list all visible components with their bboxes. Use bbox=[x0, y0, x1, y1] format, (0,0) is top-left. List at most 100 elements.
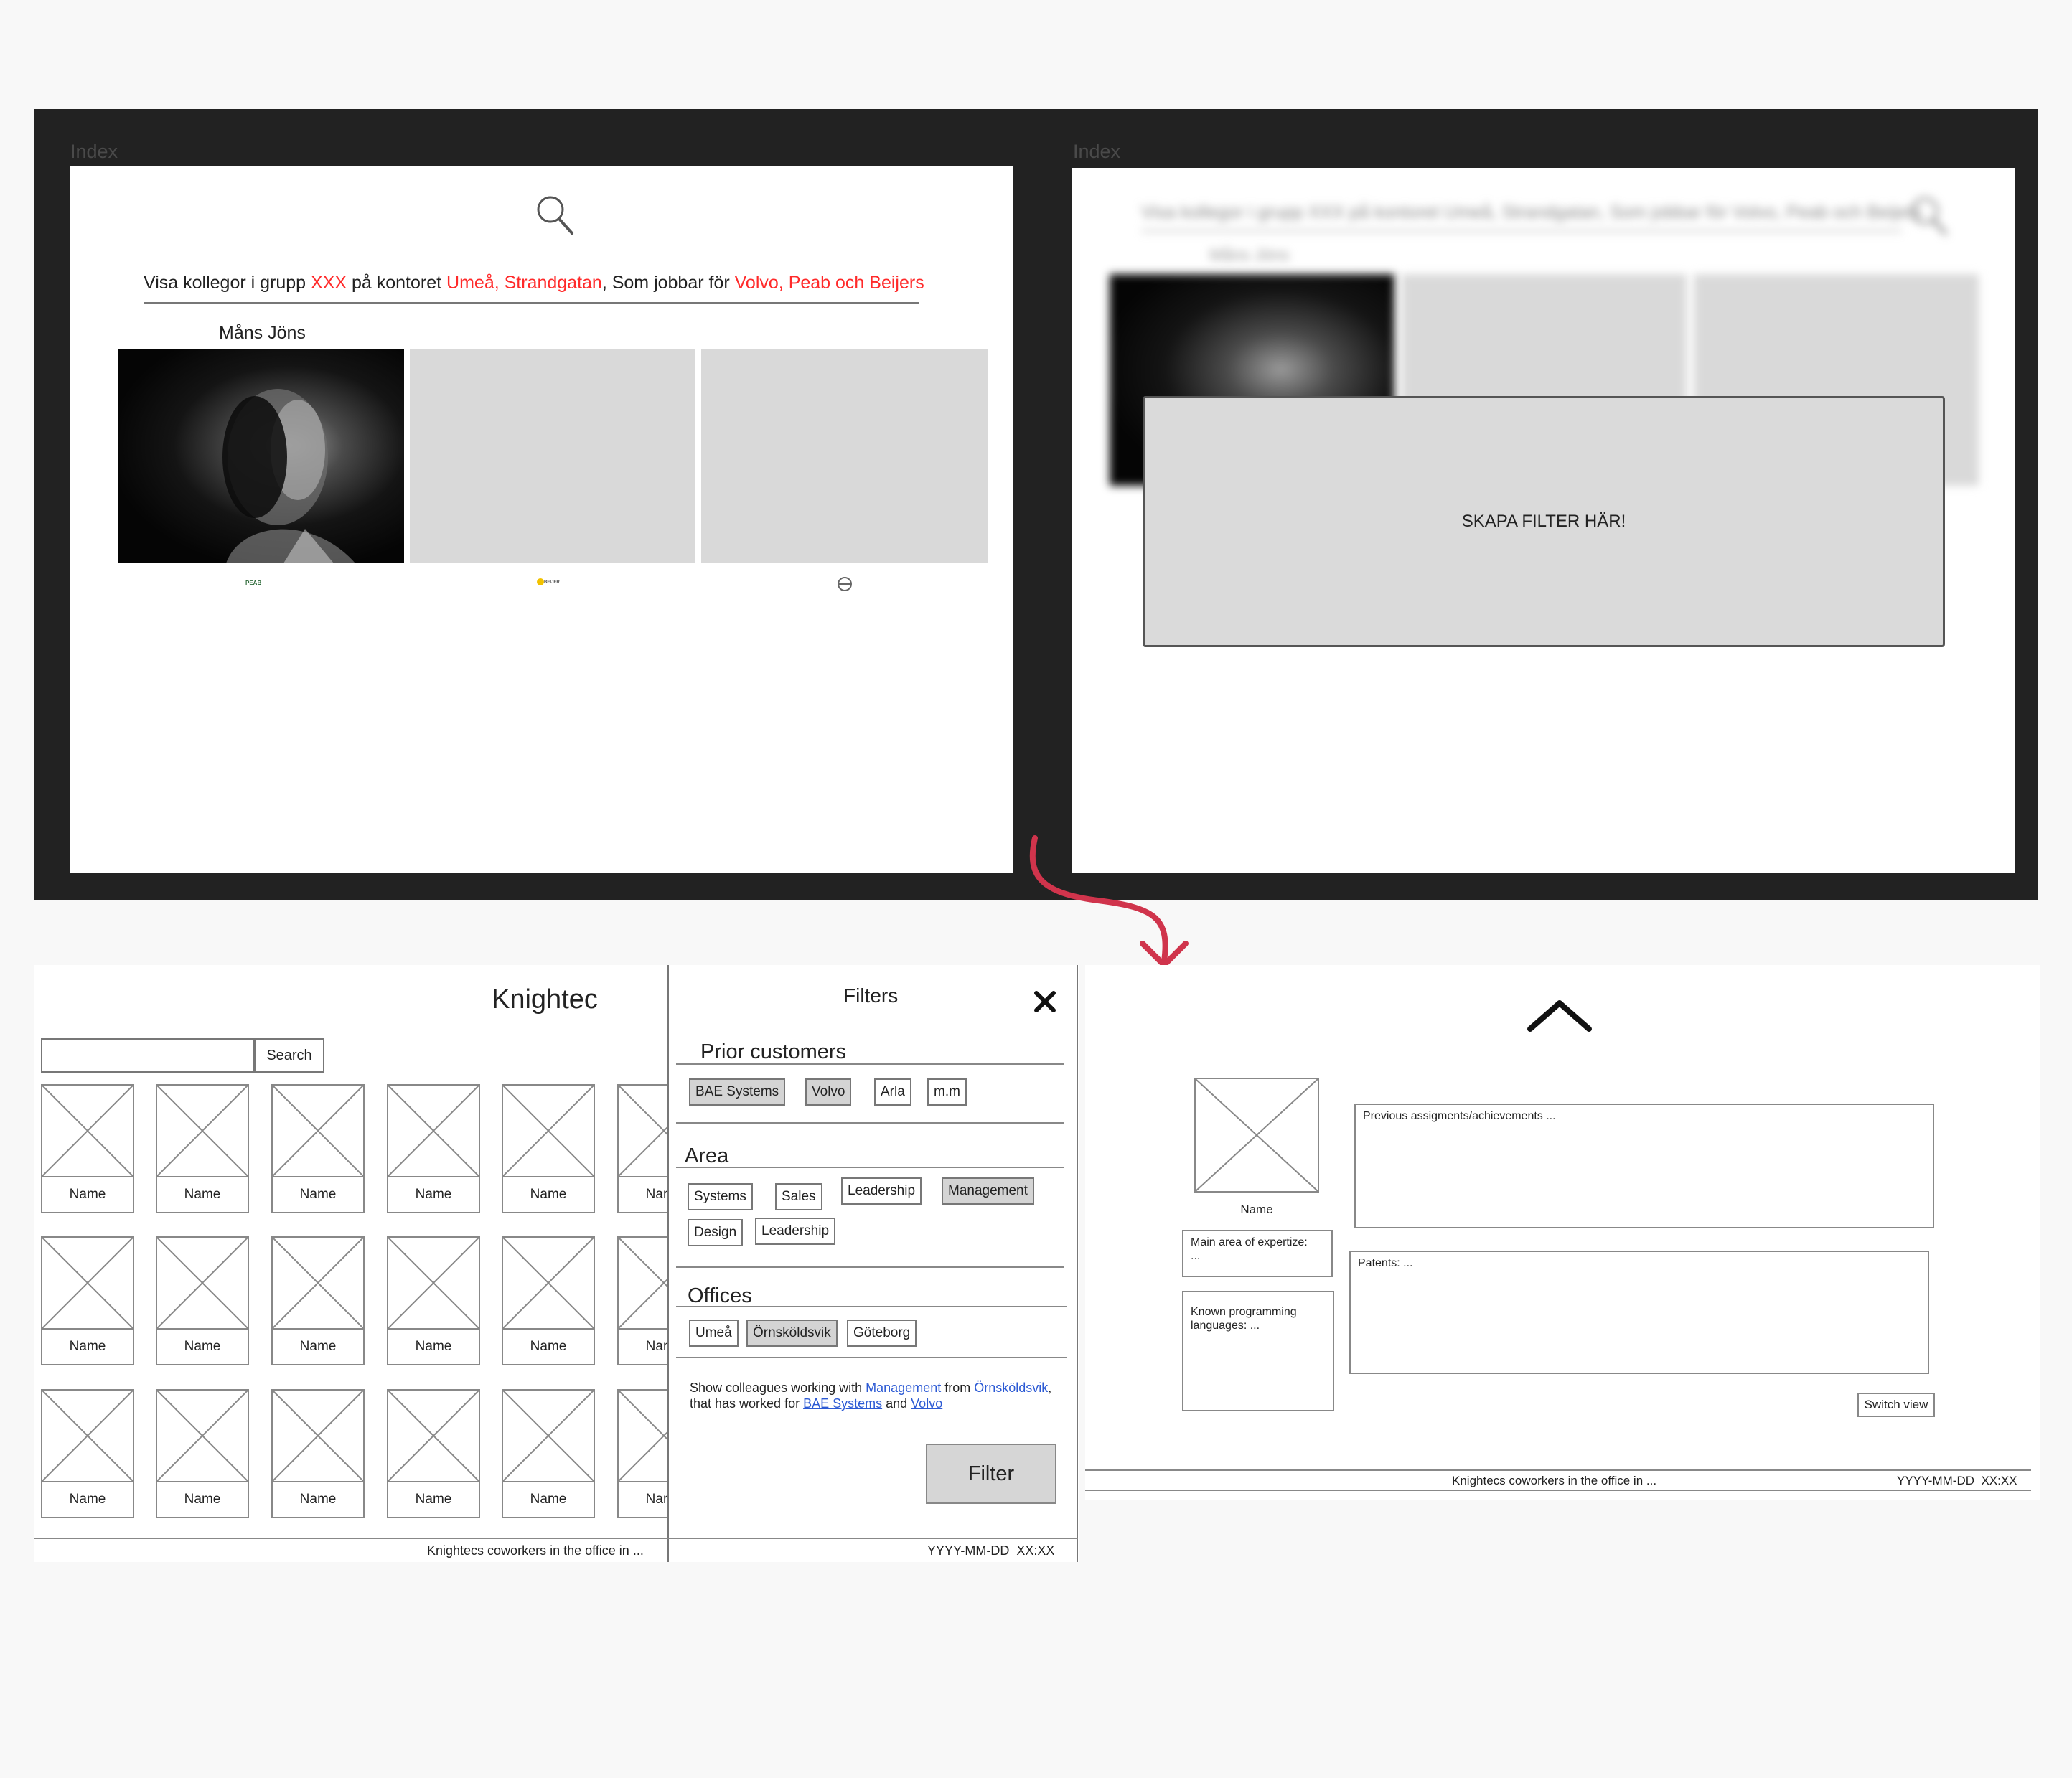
colleague-name: Name bbox=[42, 1481, 133, 1517]
section-offices: Offices bbox=[688, 1284, 752, 1307]
colleague-tile[interactable]: Name bbox=[41, 1236, 134, 1365]
filter-tag[interactable]: Sales bbox=[775, 1183, 822, 1210]
image-placeholder-icon bbox=[273, 1238, 363, 1328]
sentence-text: Visa kollegor i grupp bbox=[144, 273, 311, 293]
colleague-name: Name bbox=[619, 1176, 667, 1212]
status-footer: Knightecs coworkers in the office in ...… bbox=[1085, 1469, 2031, 1491]
image-placeholder-icon bbox=[619, 1086, 667, 1176]
image-placeholder-icon bbox=[388, 1086, 479, 1176]
colleague-tile[interactable]: Name bbox=[156, 1236, 249, 1365]
colleague-tile[interactable]: Name bbox=[41, 1084, 134, 1213]
colleague-name: Name bbox=[388, 1176, 479, 1212]
summary-link-customer[interactable]: Volvo bbox=[911, 1396, 942, 1411]
filter-tag[interactable]: Leadership bbox=[841, 1177, 922, 1205]
footer-datetime: YYYY-MM-DD XX:XX bbox=[927, 1543, 1055, 1558]
summary-link-customer[interactable]: BAE Systems bbox=[803, 1396, 882, 1411]
image-placeholder-icon bbox=[273, 1086, 363, 1176]
footer-text: Knightecs coworkers in the office in ... bbox=[427, 1543, 644, 1558]
colleague-tile[interactable]: Name bbox=[502, 1236, 595, 1365]
colleague-tile[interactable]: Name bbox=[387, 1389, 480, 1518]
customers-token[interactable]: Volvo, Peab och Beijers bbox=[735, 273, 924, 293]
profile-photo-placeholder bbox=[1194, 1078, 1319, 1193]
colleague-grid: Name Name Name Name Name Name Name Name Name Name… bbox=[34, 1076, 667, 1535]
footer-text: Knightecs coworkers in the office in ... bbox=[1452, 1474, 1657, 1487]
colleague-name: Name bbox=[503, 1481, 594, 1517]
languages-box: Known programming languages: ... bbox=[1182, 1291, 1334, 1411]
image-placeholder-icon bbox=[619, 1238, 667, 1328]
filter-tag[interactable]: Göteborg bbox=[847, 1320, 917, 1347]
filter-tag[interactable]: Leadership bbox=[755, 1218, 836, 1245]
colleague-tile[interactable]: Name bbox=[502, 1389, 595, 1518]
person-photo[interactable] bbox=[118, 349, 404, 563]
filter-tag[interactable]: BAE Systems bbox=[689, 1078, 786, 1106]
colleague-name: Name bbox=[503, 1176, 594, 1212]
image-placeholder-icon bbox=[157, 1238, 248, 1328]
search-icon[interactable] bbox=[535, 194, 575, 237]
filter-sentence-blurred: Visa kollegor i grupp XXX på kontoret Um… bbox=[1141, 202, 1922, 232]
colleague-tile[interactable]: Name bbox=[387, 1236, 480, 1365]
filter-tag[interactable]: Arla bbox=[874, 1078, 911, 1106]
filter-tag[interactable]: Örnsköldsvik bbox=[746, 1320, 838, 1347]
colleague-name: Name bbox=[388, 1328, 479, 1364]
image-placeholder-icon bbox=[619, 1391, 667, 1481]
person-card-placeholder[interactable] bbox=[410, 349, 695, 563]
switch-view-button[interactable]: Switch view bbox=[1857, 1393, 1935, 1417]
chevron-up-icon[interactable] bbox=[1526, 997, 1593, 1033]
volvo-logo bbox=[838, 577, 852, 591]
filter-tag[interactable]: m.m bbox=[927, 1078, 967, 1106]
image-placeholder-icon bbox=[503, 1086, 594, 1176]
colleague-tile[interactable]: Name bbox=[617, 1236, 667, 1365]
image-placeholder-icon bbox=[42, 1086, 133, 1176]
close-icon[interactable] bbox=[1033, 990, 1056, 1013]
colleague-tile[interactable]: Name bbox=[617, 1084, 667, 1213]
colleague-tile[interactable]: Name bbox=[617, 1389, 667, 1518]
person-name-blurred: Måns Jöns bbox=[1209, 245, 1290, 264]
person-card-placeholder[interactable] bbox=[701, 349, 988, 563]
divider bbox=[676, 1122, 1064, 1124]
filter-tag[interactable]: Systems bbox=[688, 1183, 753, 1210]
summary-link-office[interactable]: Örnsköldsvik bbox=[974, 1380, 1048, 1395]
filter-tag[interactable]: Volvo bbox=[805, 1078, 852, 1106]
office-token[interactable]: Umeå, Strandgatan bbox=[446, 273, 602, 293]
section-prior-customers: Prior customers bbox=[700, 1040, 847, 1063]
colleague-tile[interactable]: Name bbox=[41, 1389, 134, 1518]
colleague-name: Name bbox=[157, 1481, 248, 1517]
search-input[interactable] bbox=[41, 1038, 255, 1073]
colleague-tile[interactable]: Name bbox=[271, 1236, 365, 1365]
summary-text: from bbox=[941, 1380, 975, 1395]
colleague-name: Name bbox=[42, 1328, 133, 1364]
status-footer: YYYY-MM-DD XX:XX bbox=[667, 1538, 1078, 1562]
colleague-name: Name bbox=[503, 1328, 594, 1364]
image-placeholder-icon bbox=[503, 1238, 594, 1328]
divider bbox=[676, 1167, 1064, 1168]
patents-box: Patents: ... bbox=[1349, 1251, 1929, 1374]
colleague-tile[interactable]: Name bbox=[271, 1084, 365, 1213]
colleague-name: Name bbox=[388, 1481, 479, 1517]
section-area: Area bbox=[685, 1144, 729, 1167]
filter-tag[interactable]: Design bbox=[688, 1219, 744, 1246]
colleague-tile[interactable]: Name bbox=[156, 1084, 249, 1213]
colleague-tile[interactable]: Name bbox=[156, 1389, 249, 1518]
colleague-tile[interactable]: Name bbox=[271, 1389, 365, 1518]
colleague-tile[interactable]: Name bbox=[502, 1084, 595, 1213]
colleague-name: Name bbox=[619, 1481, 667, 1517]
filter-summary: Show colleagues working with Management … bbox=[690, 1380, 1063, 1411]
filter-button[interactable]: Filter bbox=[926, 1444, 1056, 1504]
colleague-tile[interactable]: Name bbox=[387, 1084, 480, 1213]
previous-assignments-box: Previous assigments/achievements ... bbox=[1354, 1104, 1934, 1228]
flow-arrow bbox=[1029, 835, 1189, 968]
filter-tag[interactable]: Management bbox=[942, 1177, 1034, 1205]
profile-name: Name bbox=[1240, 1203, 1273, 1216]
status-footer: Knightecs coworkers in the office in ... bbox=[34, 1538, 667, 1562]
filter-tag[interactable]: Umeå bbox=[689, 1320, 739, 1347]
summary-text: and bbox=[882, 1396, 911, 1411]
summary-link-area[interactable]: Management bbox=[866, 1380, 941, 1395]
filters-title: Filters bbox=[843, 984, 899, 1007]
search-button[interactable]: Search bbox=[254, 1038, 324, 1073]
colleague-name: Name bbox=[157, 1176, 248, 1212]
create-filter-modal[interactable]: SKAPA FILTER HÄR! bbox=[1143, 396, 1945, 647]
filter-sentence[interactable]: Visa kollegor i grupp XXX på kontoret Um… bbox=[144, 273, 924, 304]
image-placeholder-icon bbox=[388, 1238, 479, 1328]
group-token[interactable]: XXX bbox=[311, 273, 347, 293]
divider bbox=[676, 1063, 1064, 1065]
